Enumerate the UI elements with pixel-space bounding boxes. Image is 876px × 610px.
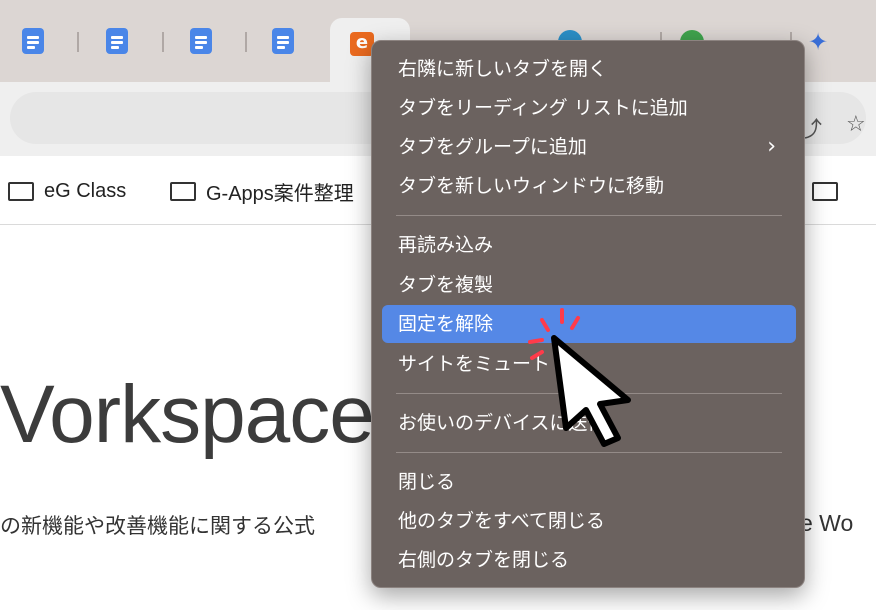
menu-item-duplicate[interactable]: タブを複製 — [382, 266, 796, 304]
tab-separator — [162, 32, 164, 52]
bookmark-label: G-Apps案件整理 — [206, 182, 354, 205]
menu-item-close-tabs-right[interactable]: 右側のタブを閉じる — [382, 541, 796, 579]
pinned-tab-docs-icon[interactable] — [106, 28, 128, 54]
page-heading: Vorkspace — [0, 369, 375, 460]
bookmark-star-icon[interactable]: ☆ — [846, 112, 866, 137]
menu-item-label: タブをリーディング リストに追加 — [398, 97, 688, 119]
menu-item-close[interactable]: 閉じる — [382, 463, 796, 501]
pinned-tab-docs-icon[interactable] — [272, 28, 294, 54]
menu-item-close-other-tabs[interactable]: 他のタブをすべて閉じる — [382, 502, 796, 540]
menu-item-move-to-new-window[interactable]: タブを新しいウィンドウに移動 — [382, 167, 796, 205]
menu-separator — [396, 215, 782, 216]
tab-separator — [77, 32, 79, 52]
mouse-cursor-icon — [528, 308, 631, 447]
menu-item-reload[interactable]: 再読み込み — [382, 226, 796, 264]
pinned-tab-docs-icon[interactable] — [22, 28, 44, 54]
menu-item-label: 右側のタブを閉じる — [398, 549, 570, 571]
menu-item-label: 固定を解除 — [398, 313, 494, 335]
menu-item-label: タブを複製 — [398, 274, 494, 296]
menu-item-label: 右隣に新しいタブを開く — [398, 58, 608, 80]
bookmark-label: eG Class — [44, 179, 127, 202]
menu-item-label: 他のタブをすべて閉じる — [398, 510, 605, 532]
menu-item-add-to-group[interactable]: タブをグループに追加 › — [382, 128, 796, 166]
menu-item-add-to-reading-list[interactable]: タブをリーディング リストに追加 — [382, 89, 796, 127]
pinned-tab-docs-icon[interactable] — [190, 28, 212, 54]
menu-item-label: 再読み込み — [398, 234, 494, 256]
page-subtitle: の新機能や改善機能に関する公式 — [0, 514, 315, 538]
folder-icon — [170, 181, 196, 201]
menu-item-open-new-tab-right[interactable]: 右隣に新しいタブを開く — [382, 50, 796, 88]
bookmark-folder[interactable] — [812, 180, 848, 202]
folder-icon — [8, 181, 34, 201]
menu-item-label: タブを新しいウィンドウに移動 — [398, 175, 665, 197]
page-subtitle-right: e Wo — [800, 510, 854, 536]
bookmark-folder[interactable]: G-Apps案件整理 — [170, 180, 354, 205]
bookmark-folder[interactable]: eG Class — [8, 180, 126, 202]
tab-separator — [245, 32, 247, 52]
menu-item-label: 閉じる — [398, 471, 456, 493]
chevron-right-icon: › — [767, 134, 776, 159]
folder-icon — [812, 181, 838, 201]
sparkle-icon[interactable]: ✦ — [808, 28, 828, 56]
menu-item-label: タブをグループに追加 — [398, 136, 587, 158]
